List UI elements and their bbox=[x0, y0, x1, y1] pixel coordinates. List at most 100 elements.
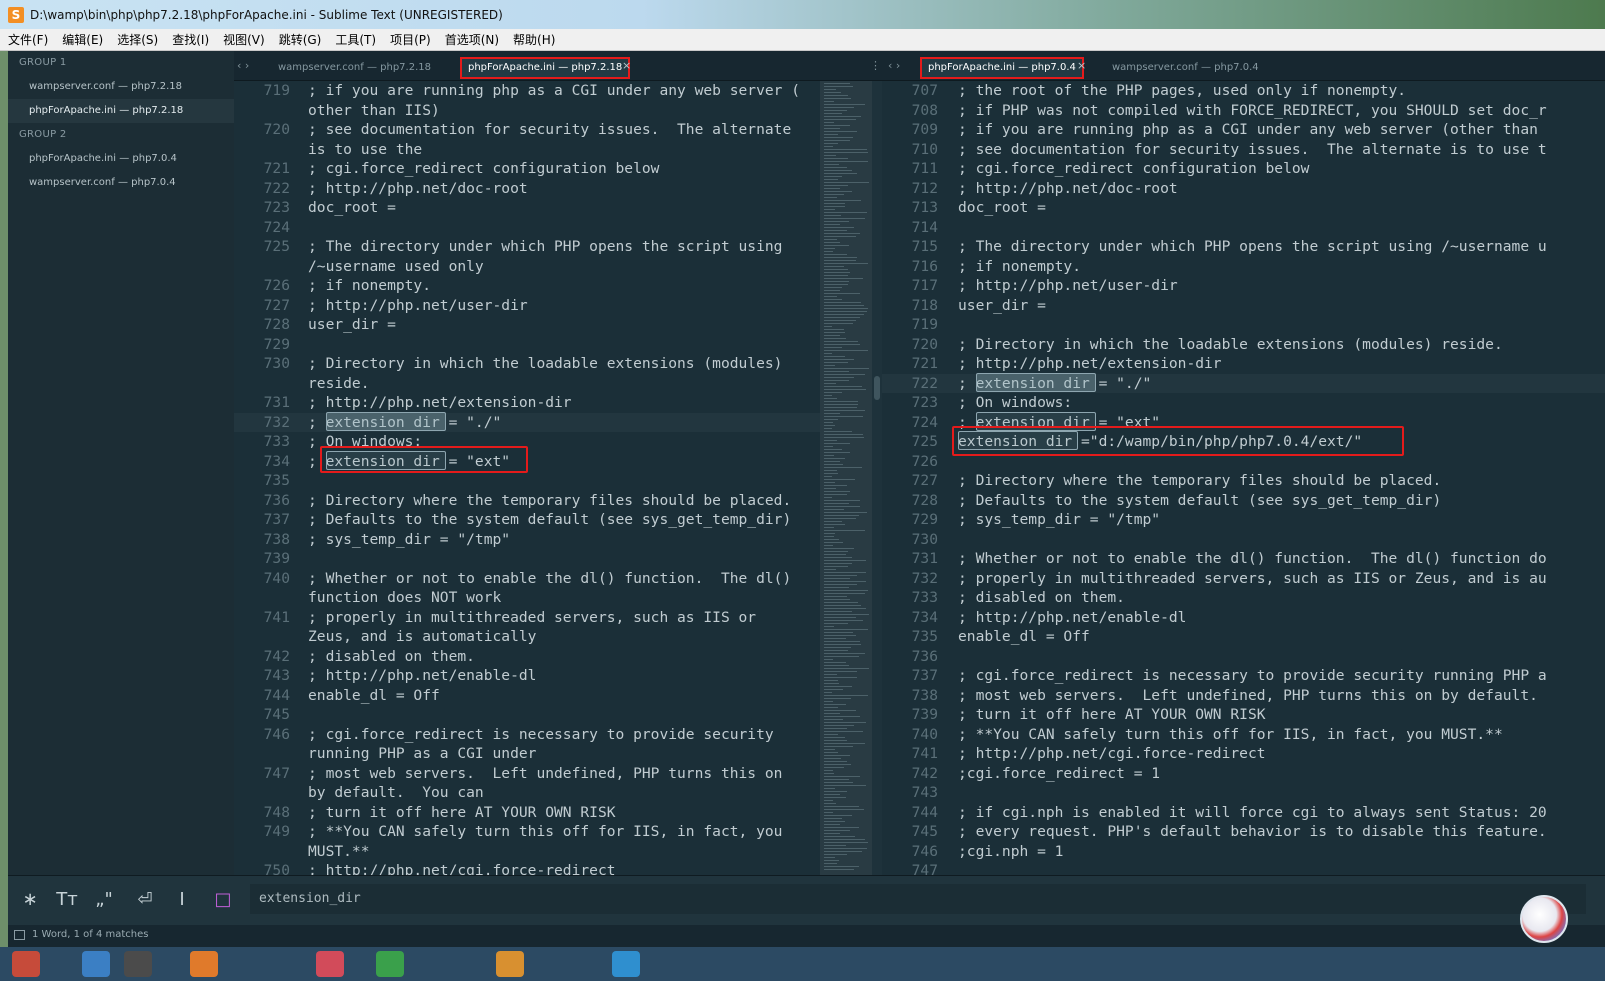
code-line[interactable]: is to use the bbox=[308, 140, 422, 160]
code-line[interactable]: doc_root = bbox=[958, 198, 1046, 218]
code-line[interactable]: user_dir = bbox=[308, 315, 396, 335]
left-scrollbar[interactable] bbox=[872, 81, 882, 875]
wrap-toggle-icon[interactable]: ⏎ bbox=[133, 888, 157, 912]
sidebar-file-wampserver-conf-704[interactable]: wampserver.conf — php7.0.4 bbox=[8, 171, 234, 195]
code-line[interactable]: ; http://php.net/doc-root bbox=[958, 179, 1178, 199]
code-line[interactable]: ; if PHP was not compiled with FORCE_RED… bbox=[958, 101, 1547, 121]
menu-item[interactable]: 编辑(E) bbox=[62, 31, 103, 48]
code-line[interactable]: enable_dl = Off bbox=[958, 627, 1090, 647]
code-line[interactable]: by default. You can bbox=[308, 783, 484, 803]
taskbar-app-icon[interactable] bbox=[124, 951, 152, 977]
taskbar-app-icon[interactable] bbox=[316, 951, 344, 977]
code-line[interactable]: ; Whether or not to enable the dl() func… bbox=[308, 569, 791, 589]
menu-item[interactable]: 帮助(H) bbox=[513, 31, 555, 48]
code-line[interactable]: ; if nonempty. bbox=[958, 257, 1081, 277]
code-line[interactable]: ; http://php.net/enable-dl bbox=[958, 608, 1186, 628]
code-line[interactable]: ; properly in multithreaded servers, suc… bbox=[308, 608, 756, 628]
menu-item[interactable]: 跳转(G) bbox=[279, 31, 322, 48]
menu-item[interactable]: 项目(P) bbox=[390, 31, 431, 48]
code-line[interactable]: ; turn it off here AT YOUR OWN RISK bbox=[308, 803, 616, 823]
code-line[interactable]: running PHP as a CGI under bbox=[308, 744, 536, 764]
menu-item[interactable]: 查找(I) bbox=[172, 31, 209, 48]
code-line[interactable]: ; disabled on them. bbox=[958, 588, 1125, 608]
code-line[interactable]: ; see documentation for security issues.… bbox=[958, 140, 1547, 160]
code-line[interactable]: ; http://php.net/enable-dl bbox=[308, 666, 536, 686]
highlight-matches-toggle-icon[interactable]: □ bbox=[211, 888, 235, 912]
code-line[interactable]: ; most web servers. Left undefined, PHP … bbox=[958, 686, 1538, 706]
code-line[interactable]: ; http://php.net/doc-root bbox=[308, 179, 528, 199]
left-scroll-thumb[interactable] bbox=[874, 376, 880, 400]
taskbar-app-icon[interactable] bbox=[376, 951, 404, 977]
taskbar-app-icon[interactable] bbox=[82, 951, 110, 977]
sidebar-file-phpforapache-7218[interactable]: phpForApache.ini — php7.2.18 bbox=[8, 99, 234, 123]
code-line[interactable]: ; Directory in which the loadable extens… bbox=[958, 335, 1503, 355]
code-line[interactable]: ; most web servers. Left undefined, PHP … bbox=[308, 764, 782, 784]
code-line[interactable]: ; if you are running php as a CGI under … bbox=[308, 81, 800, 101]
code-line[interactable]: /~username used only bbox=[308, 257, 484, 277]
code-line[interactable]: ; The directory under which PHP opens th… bbox=[958, 237, 1547, 257]
right-tab-nav-arrows[interactable]: ‹ › bbox=[888, 59, 900, 72]
taskbar-app-icon[interactable] bbox=[496, 951, 524, 977]
code-line[interactable]: MUST.** bbox=[308, 842, 370, 862]
code-line[interactable]: enable_dl = Off bbox=[308, 686, 440, 706]
code-line[interactable]: ; The directory under which PHP opens th… bbox=[308, 237, 782, 257]
code-line[interactable]: ; sys_temp_dir = "/tmp" bbox=[958, 510, 1160, 530]
code-line[interactable]: other than IIS) bbox=[308, 101, 440, 121]
code-line[interactable]: ; Defaults to the system default (see sy… bbox=[308, 510, 791, 530]
code-line[interactable]: ; every request. PHP's default behavior … bbox=[958, 822, 1547, 842]
menu-item[interactable]: 首选项(N) bbox=[445, 31, 499, 48]
whole-word-toggle-icon[interactable]: „" bbox=[92, 888, 116, 912]
menu-item[interactable]: 选择(S) bbox=[117, 31, 158, 48]
code-line[interactable]: ; **You CAN safely turn this off for IIS… bbox=[958, 725, 1503, 745]
taskbar-app-icon[interactable] bbox=[190, 951, 218, 977]
code-line[interactable]: ; http://php.net/cgi.force-redirect bbox=[958, 744, 1266, 764]
code-line[interactable]: doc_root = bbox=[308, 198, 396, 218]
code-line[interactable]: ; http://php.net/user-dir bbox=[958, 276, 1178, 296]
code-line[interactable]: ; http://php.net/extension-dir bbox=[958, 354, 1222, 374]
code-line[interactable]: ; Defaults to the system default (see sy… bbox=[958, 491, 1441, 511]
code-line[interactable]: ; turn it off here AT YOUR OWN RISK bbox=[958, 705, 1266, 725]
code-line[interactable]: ; **You CAN safely turn this off for IIS… bbox=[308, 822, 782, 842]
sidebar-file-wampserver-conf-7218[interactable]: wampserver.conf — php7.2.18 bbox=[8, 75, 234, 99]
taskbar-app-icon[interactable] bbox=[612, 951, 640, 977]
tab-phpforapache-704[interactable]: phpForApache.ini — php7.0.4 bbox=[920, 57, 1084, 79]
code-line[interactable]: ; sys_temp_dir = "/tmp" bbox=[308, 530, 510, 550]
in-selection-toggle-icon[interactable]: I bbox=[170, 888, 194, 912]
code-line[interactable]: ; cgi.force_redirect configuration below bbox=[958, 159, 1309, 179]
code-line[interactable]: ; cgi.force_redirect configuration below bbox=[308, 159, 659, 179]
left-editor[interactable]: 719 ; if you are running php as a CGI und… bbox=[234, 81, 820, 875]
code-line[interactable]: ; see documentation for security issues.… bbox=[308, 120, 791, 140]
right-editor[interactable]: 707 ; the root of the PHP pages, used onl… bbox=[882, 81, 1605, 875]
code-line[interactable]: ; the root of the PHP pages, used only i… bbox=[958, 81, 1406, 101]
code-line[interactable]: Zeus, and is automatically bbox=[308, 627, 536, 647]
left-minimap[interactable] bbox=[820, 81, 872, 875]
case-sensitive-toggle-icon[interactable]: Tт bbox=[55, 888, 79, 912]
regex-toggle-icon[interactable]: ∗ bbox=[18, 888, 42, 912]
floating-avatar[interactable] bbox=[1520, 895, 1568, 943]
code-line[interactable]: ; disabled on them. bbox=[308, 647, 475, 667]
code-line[interactable]: ; Whether or not to enable the dl() func… bbox=[958, 549, 1547, 569]
code-line[interactable]: user_dir = bbox=[958, 296, 1046, 316]
code-line[interactable]: ; properly in multithreaded servers, suc… bbox=[958, 569, 1547, 589]
close-tab-icon[interactable]: × bbox=[1077, 59, 1086, 72]
tab-wampserver-conf-704[interactable]: wampserver.conf — php7.0.4 bbox=[1106, 57, 1265, 79]
code-line[interactable]: ;cgi.force_redirect = 1 bbox=[958, 764, 1160, 784]
sidebar-file-phpforapache-704[interactable]: phpForApache.ini — php7.0.4 bbox=[8, 147, 234, 171]
code-line[interactable]: ; cgi.force_redirect is necessary to pro… bbox=[308, 725, 774, 745]
code-line[interactable]: ; if nonempty. bbox=[308, 276, 431, 296]
code-line[interactable]: ; http://php.net/cgi.force-redirect bbox=[308, 861, 616, 875]
code-line[interactable]: ; On windows: bbox=[958, 393, 1072, 413]
left-tab-nav-arrows[interactable]: ‹ › bbox=[237, 59, 249, 72]
panel-toggle-icon[interactable] bbox=[14, 930, 25, 940]
tab-wampserver-conf-7218[interactable]: wampserver.conf — php7.2.18 bbox=[272, 57, 437, 79]
code-line[interactable]: ; cgi.force_redirect is necessary to pro… bbox=[958, 666, 1547, 686]
code-line[interactable]: ; http://php.net/extension-dir bbox=[308, 393, 572, 413]
menu-item[interactable]: 工具(T) bbox=[335, 31, 376, 48]
code-line[interactable]: ;cgi.nph = 1 bbox=[958, 842, 1063, 862]
code-line[interactable]: ; Directory where the temporary files sh… bbox=[308, 491, 791, 511]
code-line[interactable]: ; Directory in which the loadable extens… bbox=[308, 354, 782, 374]
menu-item[interactable]: 文件(F) bbox=[8, 31, 48, 48]
pane-menu-icon[interactable]: ⋮ bbox=[870, 59, 881, 72]
menu-item[interactable]: 视图(V) bbox=[223, 31, 265, 48]
find-input[interactable]: extension_dir bbox=[250, 884, 1586, 914]
